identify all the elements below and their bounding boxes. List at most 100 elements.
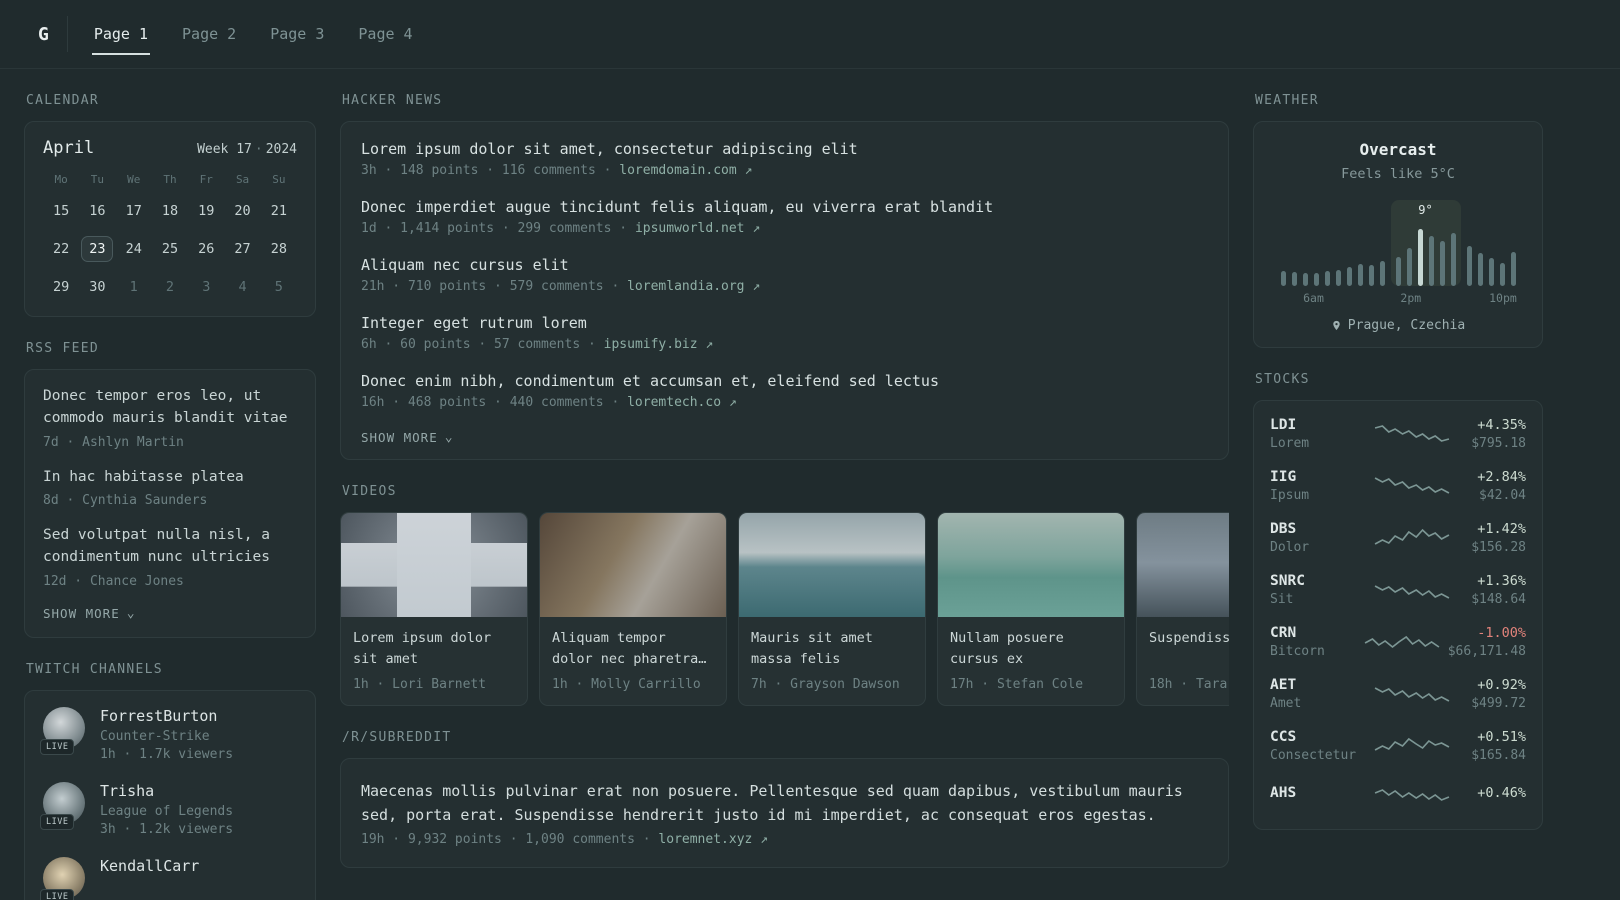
hn-item-meta: 3h · 148 points · 116 comments · loremdo…: [361, 163, 1208, 178]
rss-item-title[interactable]: Sed volutpat nulla nisl, a condimentum n…: [43, 525, 297, 569]
video-title[interactable]: Lorem ipsum dolor sit amet consectetu…: [353, 628, 515, 670]
video-title[interactable]: Aliquam tempor dolor nec pharetra…: [552, 628, 714, 670]
weather-section-label: WEATHER: [1255, 93, 1319, 108]
rss-item[interactable]: In hac habitasse platea 8d · Cynthia Sau…: [43, 467, 297, 509]
stock-change: +0.92%: [1477, 677, 1526, 693]
tab-page-4[interactable]: Page 4: [356, 13, 414, 55]
hn-domain-link[interactable]: loremlandia.org ↗: [627, 279, 760, 294]
hn-item-title[interactable]: Donec imperdiet augue tincidunt felis al…: [361, 198, 1208, 216]
stock-values: +0.46%: [1477, 785, 1526, 804]
video-card[interactable]: Suspendisse diam 18h · Tara: [1136, 512, 1229, 706]
video-body: Nullam posuere cursus ex 17h · Stefan Co…: [938, 617, 1124, 705]
hn-domain-link[interactable]: loremtech.co ↗: [627, 395, 737, 410]
rss-show-more-button[interactable]: SHOW MORE ⌄: [43, 606, 297, 621]
weather-bar: [1335, 269, 1341, 286]
stock-values: -1.00% $66,171.48: [1448, 625, 1526, 659]
video-thumbnail[interactable]: [739, 513, 925, 617]
video-thumbnail[interactable]: [938, 513, 1124, 617]
hn-item-meta: 21h · 710 points · 579 comments · loreml…: [361, 279, 1208, 294]
twitch-channel-row[interactable]: LIVE ForrestBurton Counter-Strike 1h · 1…: [40, 706, 297, 762]
calendar-grid: Mo Tu We Th Fr Sa Su 15 16 17 18 19 20 2…: [43, 173, 297, 300]
twitch-channel-name[interactable]: Trisha: [100, 782, 233, 800]
hn-item[interactable]: Integer eget rutrum lorem 6h · 60 points…: [361, 314, 1208, 352]
subreddit-domain-link[interactable]: loremnet.xyz ↗: [658, 832, 768, 847]
hn-show-more-button[interactable]: SHOW MORE ⌄: [361, 430, 1208, 445]
rss-item-title[interactable]: Donec tempor eros leo, ut commodo mauris…: [43, 386, 297, 430]
video-thumbnail[interactable]: [1137, 513, 1229, 617]
video-title[interactable]: Nullam posuere cursus ex: [950, 628, 1112, 670]
hn-item[interactable]: Donec enim nibh, condimentum et accumsan…: [361, 372, 1208, 410]
hn-domain-link[interactable]: ipsumworld.net ↗: [635, 221, 760, 236]
stock-row[interactable]: CRN Bitcorn -1.00% $66,171.48: [1270, 625, 1526, 659]
stock-row[interactable]: SNRC Sit +1.36% $148.64: [1270, 573, 1526, 607]
stock-id: IIG Ipsum: [1270, 469, 1366, 503]
calendar-date-next-month: 1: [129, 279, 138, 295]
video-title[interactable]: Mauris sit amet massa felis: [751, 628, 913, 670]
avatar: LIVE: [40, 781, 85, 830]
video-card[interactable]: Lorem ipsum dolor sit amet consectetu… 1…: [340, 512, 528, 706]
calendar-date: 18: [161, 203, 179, 219]
video-card[interactable]: Mauris sit amet massa felis 7h · Grayson…: [738, 512, 926, 706]
tab-page-3[interactable]: Page 3: [268, 13, 326, 55]
stock-row[interactable]: LDI Lorem +4.35% $795.18: [1270, 417, 1526, 451]
hn-item[interactable]: Aliquam nec cursus elit 21h · 710 points…: [361, 256, 1208, 294]
twitch-channel-row[interactable]: LIVE KendallCarr: [40, 856, 297, 900]
stock-name: Bitcorn: [1270, 644, 1325, 659]
hn-item-title[interactable]: Aliquam nec cursus elit: [361, 256, 1208, 274]
rss-item[interactable]: Donec tempor eros leo, ut commodo mauris…: [43, 386, 297, 450]
calendar-date: 26: [198, 241, 215, 257]
video-thumbnail[interactable]: [341, 513, 527, 617]
nav-divider: [66, 16, 68, 52]
app-logo[interactable]: G: [24, 24, 67, 45]
hn-domain-link[interactable]: loremdomain.com ↗: [619, 163, 752, 178]
stock-name: Sit: [1270, 592, 1294, 607]
stock-row[interactable]: AET Amet +0.92% $499.72: [1270, 677, 1526, 711]
hn-item-title[interactable]: Integer eget rutrum lorem: [361, 314, 1208, 332]
stock-id: SNRC Sit: [1270, 573, 1366, 607]
stock-row[interactable]: DBS Dolor +1.42% $156.28: [1270, 521, 1526, 555]
video-title[interactable]: Suspendisse diam: [1149, 628, 1229, 670]
video-meta: 1h · Lori Barnett: [353, 677, 487, 692]
video-thumbnail[interactable]: [540, 513, 726, 617]
subreddit-post-text[interactable]: Maecenas mollis pulvinar erat non posuer…: [361, 779, 1208, 827]
weather-bar: [1499, 262, 1505, 286]
calendar-year: 2024: [265, 142, 297, 157]
video-meta: 17h · Stefan Cole: [950, 677, 1084, 692]
stocks-card: LDI Lorem +4.35% $795.18 IIG Ipsum +2.84…: [1253, 400, 1543, 830]
calendar-date: 17: [125, 203, 142, 219]
rss-item[interactable]: Sed volutpat nulla nisl, a condimentum n…: [43, 525, 297, 589]
calendar-separator: ·: [254, 142, 263, 157]
twitch-channel-row[interactable]: LIVE Trisha League of Legends 3h · 1.2k …: [40, 781, 297, 837]
hn-item[interactable]: Lorem ipsum dolor sit amet, consectetur …: [361, 140, 1208, 178]
twitch-channel-name[interactable]: ForrestBurton: [100, 707, 233, 725]
weather-bar: [1477, 253, 1483, 286]
live-badge: LIVE: [40, 888, 75, 900]
hn-item-title[interactable]: Donec enim nibh, condimentum et accumsan…: [361, 372, 1208, 390]
rss-section-label: RSS FEED: [26, 341, 100, 356]
stock-row[interactable]: AHS +0.46%: [1270, 781, 1526, 807]
stock-row[interactable]: IIG Ipsum +2.84% $42.04: [1270, 469, 1526, 503]
stock-id: CCS Consectetur: [1270, 729, 1366, 763]
tab-page-2[interactable]: Page 2: [180, 13, 238, 55]
hn-item-title[interactable]: Lorem ipsum dolor sit amet, consectetur …: [361, 140, 1208, 158]
weather-axis-label: 2pm: [1400, 291, 1422, 305]
weather-bar: [1313, 273, 1319, 286]
stock-row[interactable]: CCS Consectetur +0.51% $165.84: [1270, 729, 1526, 763]
twitch-section-label: TWITCH CHANNELS: [26, 661, 163, 677]
calendar-date: 27: [234, 241, 251, 257]
tab-page-1[interactable]: Page 1: [91, 13, 151, 55]
rss-widget: RSS FEED Donec tempor eros leo, ut commo…: [24, 341, 316, 638]
stock-ticker: SNRC: [1270, 573, 1305, 589]
stock-price: $42.04: [1479, 488, 1526, 503]
hn-item[interactable]: Donec imperdiet augue tincidunt felis al…: [361, 198, 1208, 236]
video-card[interactable]: Nullam posuere cursus ex 17h · Stefan Co…: [937, 512, 1125, 706]
weather-bar: [1280, 270, 1286, 286]
stock-id: CRN Bitcorn: [1270, 625, 1356, 659]
hn-domain-link[interactable]: ipsumify.biz ↗: [604, 337, 714, 352]
twitch-viewers: 1h · 1.7k viewers: [100, 746, 234, 762]
twitch-channel-name[interactable]: KendallCarr: [100, 857, 199, 875]
rss-item-meta: 7d · Ashlyn Martin: [43, 434, 184, 450]
rss-item-title[interactable]: In hac habitasse platea: [43, 467, 297, 489]
stock-ticker: CRN: [1270, 625, 1297, 641]
video-card[interactable]: Aliquam tempor dolor nec pharetra… 1h · …: [539, 512, 727, 706]
